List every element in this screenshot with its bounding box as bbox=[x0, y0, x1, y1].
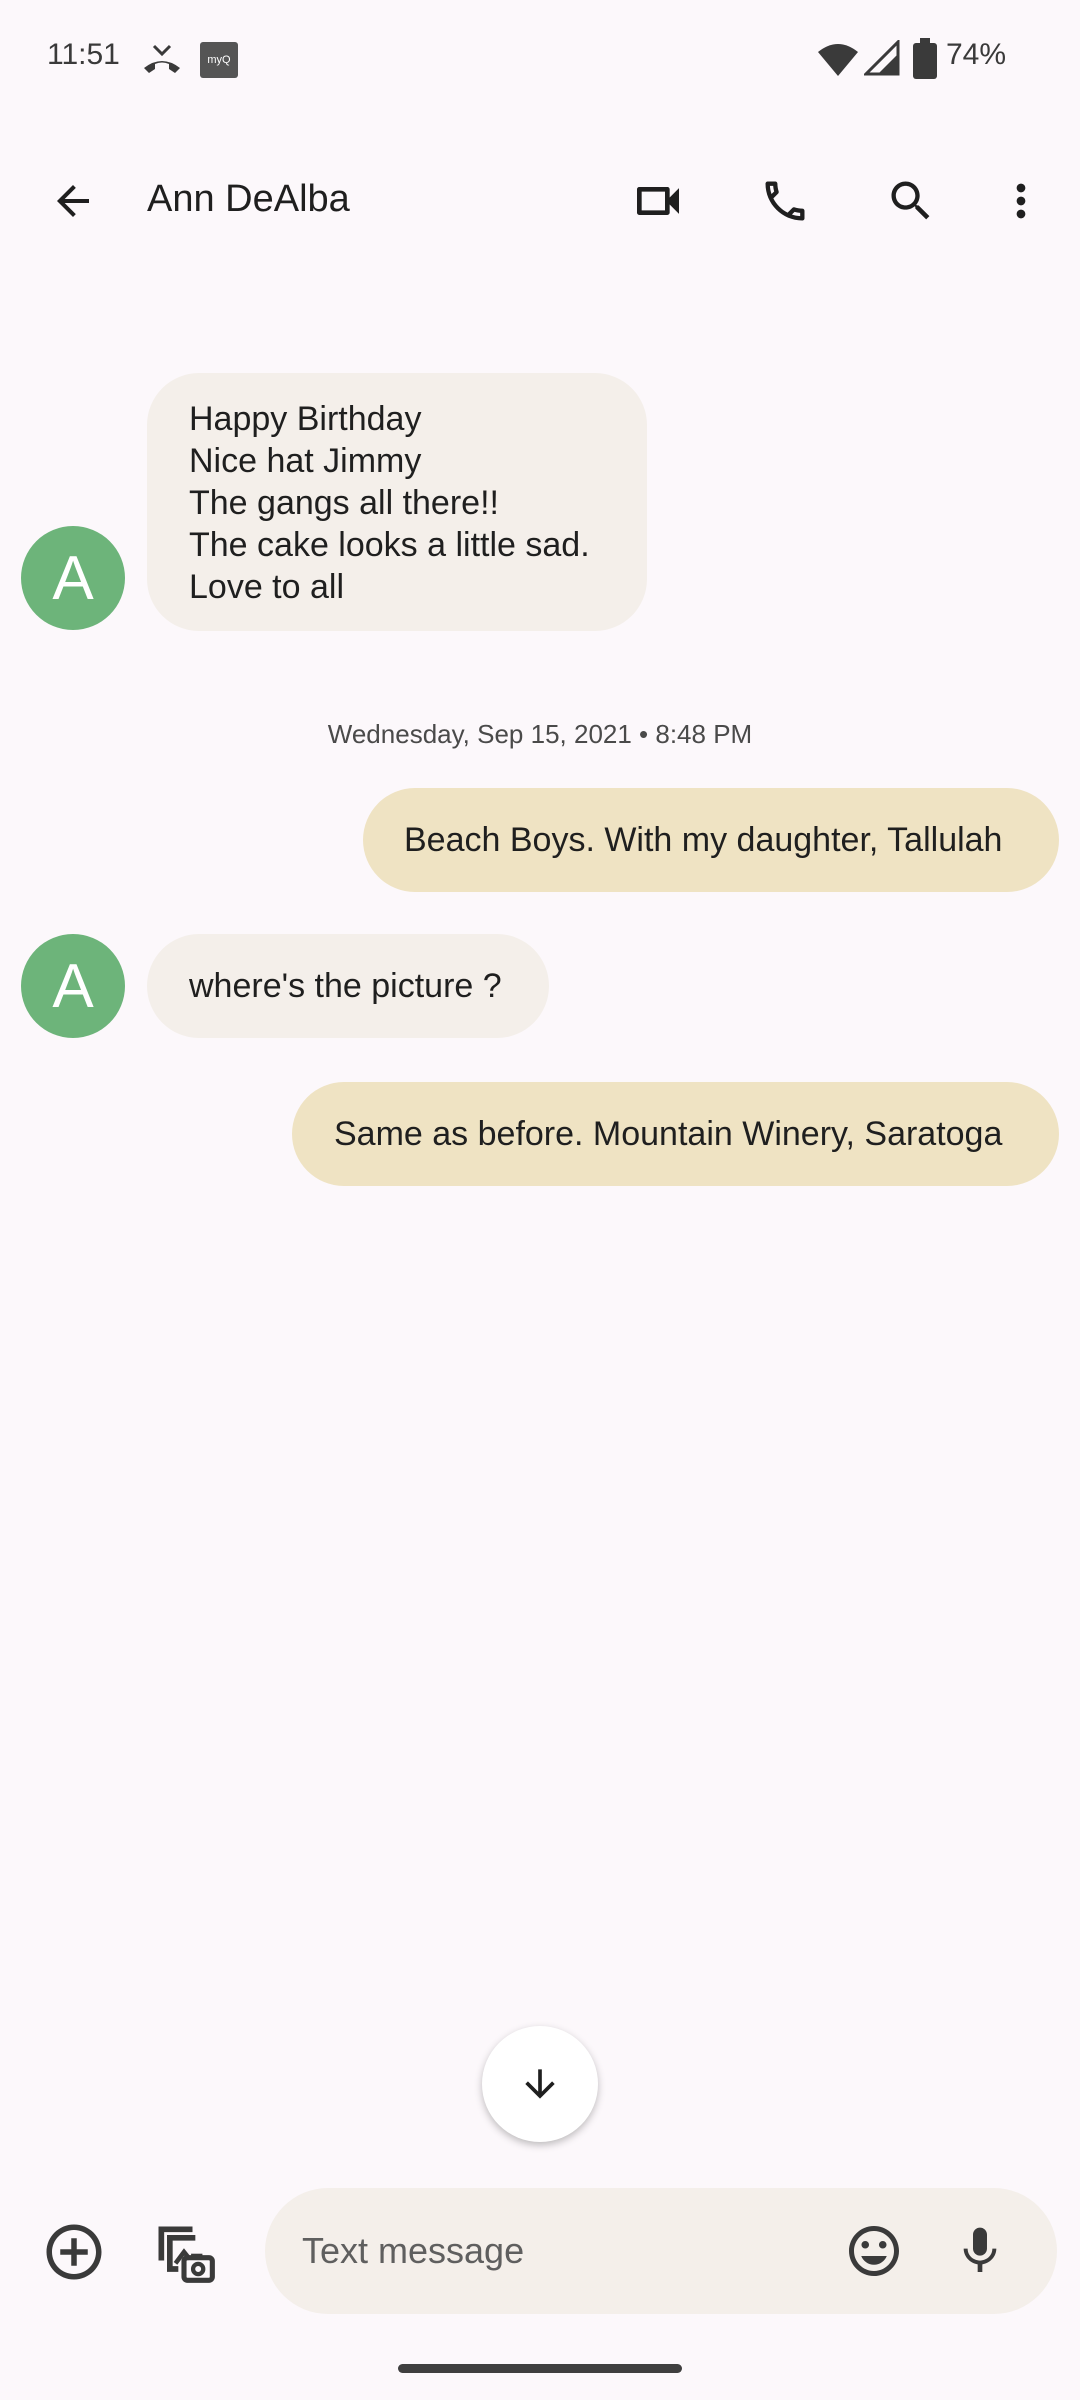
video-call-button[interactable] bbox=[622, 165, 694, 237]
emoji-button[interactable] bbox=[838, 2215, 910, 2287]
contact-name[interactable]: Ann DeAlba bbox=[147, 178, 350, 221]
add-attachment-button[interactable] bbox=[38, 2216, 110, 2288]
message-bubble-incoming[interactable]: where's the picture ? bbox=[147, 934, 549, 1038]
avatar[interactable]: A bbox=[21, 934, 125, 1038]
message-line: Nice hat Jimmy bbox=[189, 442, 422, 480]
search-button[interactable] bbox=[875, 165, 947, 237]
avatar[interactable]: A bbox=[21, 526, 125, 630]
more-vert-icon bbox=[1016, 183, 1026, 219]
arrow-down-icon bbox=[525, 2069, 555, 2099]
search-icon bbox=[891, 181, 930, 220]
gallery-button[interactable] bbox=[148, 2216, 220, 2288]
add-circle-icon bbox=[46, 2224, 102, 2280]
message-line: The cake looks a little sad. bbox=[189, 526, 590, 564]
status-time: 11:51 bbox=[47, 38, 120, 71]
myq-icon: myQ bbox=[200, 42, 238, 78]
message-bubble-incoming[interactable]: Happy Birthday Nice hat Jimmy The gangs … bbox=[147, 373, 647, 631]
mic-icon bbox=[963, 2227, 997, 2272]
message-line: The gangs all there!! bbox=[189, 484, 499, 522]
video-camera-icon bbox=[637, 187, 679, 215]
message-timestamp: Wednesday, Sep 15, 2021 • 8:48 PM bbox=[327, 719, 753, 749]
scroll-to-bottom-button[interactable] bbox=[482, 2026, 598, 2142]
message-text: Same as before. Mountain Winery, Saratog… bbox=[334, 1115, 1003, 1153]
message-line: Love to all bbox=[189, 568, 344, 606]
voice-call-button[interactable] bbox=[749, 165, 821, 237]
voice-input-button[interactable] bbox=[944, 2215, 1016, 2287]
arrow-left-icon bbox=[57, 185, 89, 217]
gesture-navigation-bar[interactable] bbox=[398, 2364, 682, 2373]
battery-percentage: 74% bbox=[946, 38, 1007, 71]
gallery-camera-icon bbox=[158, 2226, 215, 2283]
missed-call-icon bbox=[140, 40, 184, 80]
message-text: Beach Boys. With my daughter, Tallulah bbox=[404, 821, 1003, 859]
message-text: where's the picture ? bbox=[189, 967, 502, 1005]
phone-icon bbox=[765, 181, 805, 221]
emoji-icon bbox=[849, 2226, 899, 2276]
wifi-icon bbox=[818, 42, 858, 76]
signal-icon bbox=[862, 38, 900, 76]
battery-icon bbox=[912, 38, 938, 80]
message-bubble-outgoing[interactable]: Same as before. Mountain Winery, Saratog… bbox=[292, 1082, 1059, 1186]
message-line: Happy Birthday bbox=[189, 400, 422, 438]
more-options-button[interactable] bbox=[985, 165, 1057, 237]
message-bubble-outgoing[interactable]: Beach Boys. With my daughter, Tallulah bbox=[363, 788, 1059, 892]
message-input[interactable] bbox=[302, 2228, 802, 2274]
back-button[interactable] bbox=[37, 165, 109, 237]
